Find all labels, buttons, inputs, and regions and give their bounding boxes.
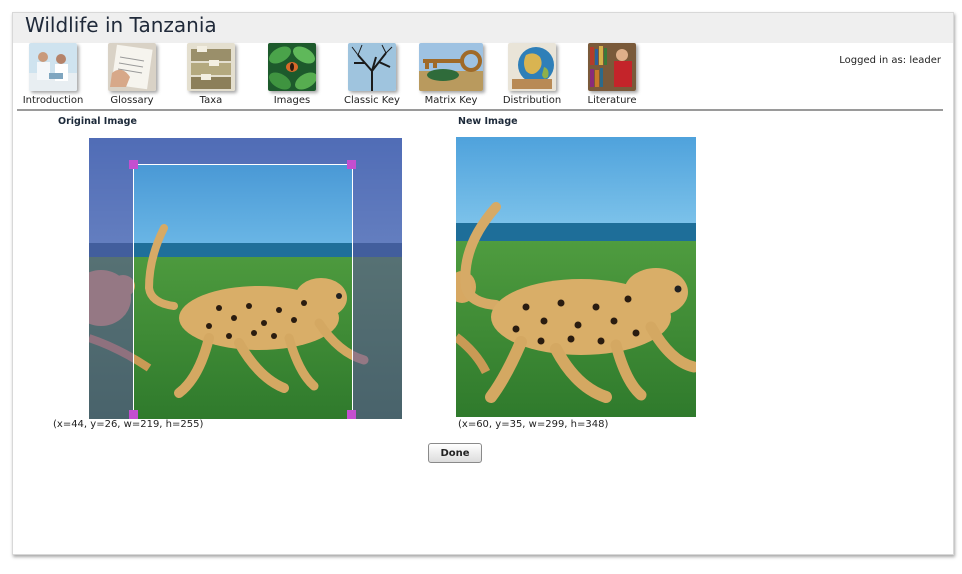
nav-label-classic-key: Classic Key [344, 95, 400, 106]
nav-label-matrix-key: Matrix Key [424, 95, 478, 106]
crop-handle-bottom-right[interactable] [347, 410, 356, 419]
original-image[interactable] [89, 138, 402, 419]
taxa-icon [187, 43, 235, 91]
app-title: Wildlife in Tanzania [25, 13, 217, 37]
original-image-title: Original Image [58, 116, 137, 127]
app-window: Wildlife in Tanzania Introduction Glossa… [12, 12, 954, 555]
nav-label-glossary: Glossary [110, 95, 154, 106]
nav-label-taxa: Taxa [199, 95, 223, 106]
matrix-key-icon [419, 43, 483, 91]
nav-label-literature: Literature [587, 95, 637, 106]
nav-divider [17, 109, 943, 111]
login-status: Logged in as: leader [839, 55, 941, 66]
crop-handle-top-left[interactable] [129, 160, 138, 169]
new-image-coords: (x=60, y=35, w=299, h=348) [458, 419, 609, 430]
images-icon [268, 43, 316, 91]
crop-handle-top-right[interactable] [347, 160, 356, 169]
crop-selection[interactable] [133, 164, 353, 419]
cheetah-photo-cropped [456, 137, 696, 417]
new-image-title: New Image [458, 116, 518, 127]
new-image [456, 137, 696, 417]
literature-icon [588, 43, 636, 91]
nav-label-distribution: Distribution [502, 95, 562, 106]
classic-key-icon [348, 43, 396, 91]
distribution-icon [508, 43, 556, 91]
original-crop-coords: (x=44, y=26, w=219, h=255) [53, 419, 204, 430]
done-button[interactable]: Done [428, 443, 482, 463]
glossary-icon [108, 43, 156, 91]
nav-label-introduction: Introduction [22, 95, 84, 106]
crop-handle-bottom-left[interactable] [129, 410, 138, 419]
introduction-icon [29, 43, 77, 91]
nav-label-images: Images [273, 95, 311, 106]
main-nav: Introduction Glossary Taxa Images Classi… [13, 43, 953, 111]
title-bar: Wildlife in Tanzania [13, 13, 953, 43]
